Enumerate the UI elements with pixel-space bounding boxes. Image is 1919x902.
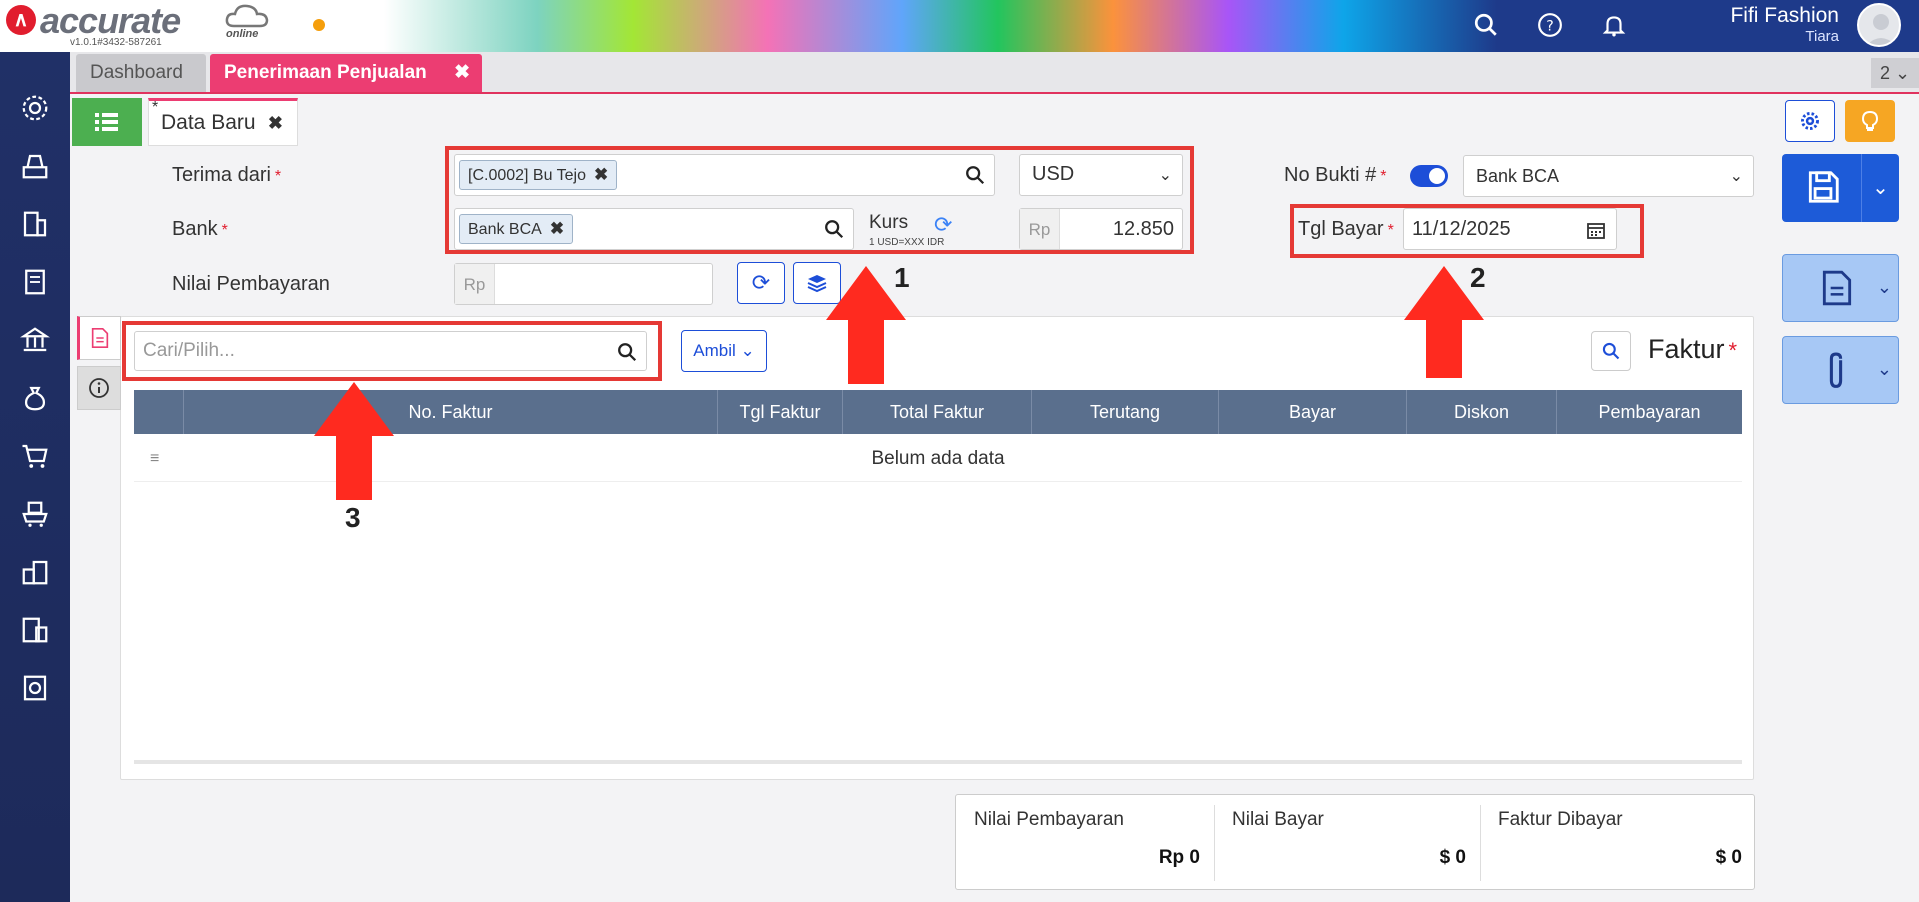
- close-icon[interactable]: ✖: [454, 54, 470, 92]
- user-name: Tiara: [1805, 28, 1839, 45]
- close-icon[interactable]: ✖: [268, 113, 283, 134]
- cashier-icon[interactable]: [17, 148, 53, 184]
- cloud-icon: [225, 4, 269, 28]
- col-total-faktur[interactable]: Total Faktur: [842, 390, 1031, 434]
- cart-icon[interactable]: [17, 438, 53, 474]
- nilai-pembayaran-label: Nilai Pembayaran: [172, 273, 330, 295]
- building-icon[interactable]: [17, 206, 53, 242]
- col-bayar[interactable]: Bayar: [1218, 390, 1406, 434]
- attachment-button[interactable]: ⌄: [1782, 336, 1899, 404]
- col-pembayaran[interactable]: Pembayaran: [1556, 390, 1742, 434]
- list-view-button[interactable]: [72, 98, 142, 146]
- ledger-icon[interactable]: [17, 264, 53, 300]
- logo-online-text: online: [226, 28, 259, 40]
- nilai-pembayaran-field[interactable]: Rp: [454, 263, 713, 305]
- version-text: v1.0.1#3432-587261: [70, 37, 162, 48]
- document-button[interactable]: ⌄: [1782, 254, 1899, 322]
- summary-faktur-dibayar: Faktur Dibayar $ 0: [1498, 809, 1742, 868]
- document-tab-icon[interactable]: [77, 316, 121, 360]
- unsaved-marker: *: [152, 99, 159, 116]
- status-dot: [313, 19, 325, 31]
- top-bar: ∧ accurate online v1.0.1#3432-587261 ? F…: [0, 0, 1919, 52]
- sub-toolbar: * Data Baru ✖: [70, 96, 1919, 146]
- tab-dashboard[interactable]: Dashboard: [76, 54, 206, 92]
- col-diskon[interactable]: Diskon: [1406, 390, 1556, 434]
- tax-icon[interactable]: [17, 612, 53, 648]
- payment-summary: Nilai Pembayaran Rp 0 Nilai Bayar $ 0 Fa…: [955, 794, 1755, 890]
- logo-area: ∧ accurate online v1.0.1#3432-587261: [0, 0, 320, 52]
- tips-bulb-button[interactable]: [1845, 100, 1895, 142]
- annotation-box-3: [122, 321, 662, 381]
- logo-text: accurate: [40, 0, 181, 41]
- company-name[interactable]: Fifi Fashion: [1730, 4, 1839, 28]
- col-drag: [134, 390, 183, 434]
- annotation-box-1: [445, 146, 1194, 254]
- info-icon[interactable]: [77, 366, 121, 410]
- no-bukti-label: No Bukti # *: [1284, 164, 1387, 186]
- terima-dari-label: Terima dari *: [172, 164, 282, 186]
- chevron-down-icon[interactable]: ⌄: [1877, 359, 1892, 380]
- chevron-down-icon[interactable]: ⌄: [1877, 277, 1892, 298]
- bank-icon[interactable]: [17, 322, 53, 358]
- tab-count-dropdown[interactable]: 2 ⌄: [1871, 58, 1919, 88]
- search-icon[interactable]: [1471, 10, 1501, 40]
- summary-nilai-bayar: Nilai Bayar $ 0: [1232, 809, 1466, 868]
- sales-cart-icon[interactable]: [17, 496, 53, 532]
- tab-bar: Dashboard Penerimaan Penjualan ✖ 2 ⌄: [70, 52, 1919, 94]
- summary-nilai-pembayaran: Nilai Pembayaran Rp 0: [974, 809, 1200, 868]
- warehouse-icon[interactable]: [17, 554, 53, 590]
- help-icon[interactable]: ?: [1535, 10, 1565, 40]
- paperclip-icon: [1829, 352, 1843, 388]
- tab-label: Penerimaan Penjualan: [224, 62, 427, 83]
- save-button[interactable]: ⌄: [1782, 154, 1899, 222]
- tab-penerimaan-penjualan[interactable]: Penerimaan Penjualan ✖: [210, 54, 482, 92]
- annotation-arrow-3: [314, 382, 394, 500]
- chevron-down-icon[interactable]: ⌄: [1861, 154, 1899, 222]
- faktur-title: Faktur *: [1648, 334, 1738, 364]
- horizontal-scrollbar[interactable]: [134, 760, 1742, 764]
- recalculate-button[interactable]: ⟳: [737, 262, 785, 304]
- no-bukti-toggle[interactable]: [1410, 165, 1448, 187]
- bank-label: Bank *: [172, 218, 228, 240]
- chevron-down-icon: ⌄: [1729, 168, 1743, 185]
- tab-data-baru[interactable]: * Data Baru ✖: [148, 98, 298, 146]
- ambil-button[interactable]: Ambil ⌄: [681, 330, 767, 372]
- svg-text:?: ?: [1546, 18, 1553, 34]
- search-icon[interactable]: [1591, 331, 1631, 371]
- subtab-label: Data Baru: [161, 111, 256, 134]
- annotation-number-2: 2: [1470, 262, 1486, 293]
- sidebar: [0, 52, 70, 902]
- col-terutang[interactable]: Terutang: [1031, 390, 1218, 434]
- bell-icon[interactable]: [1599, 10, 1629, 40]
- document-icon: [1822, 270, 1852, 306]
- col-no-faktur[interactable]: No. Faktur: [183, 390, 717, 434]
- settings-button[interactable]: [1785, 100, 1835, 142]
- avatar[interactable]: [1857, 3, 1901, 47]
- report-chart-icon[interactable]: [17, 670, 53, 706]
- settings-gear-icon[interactable]: [17, 90, 53, 126]
- save-icon: [1808, 171, 1839, 203]
- annotation-number-3: 3: [345, 502, 361, 533]
- no-bukti-select[interactable]: Bank BCA ⌄: [1463, 155, 1754, 197]
- money-bag-icon[interactable]: [17, 380, 53, 416]
- annotation-box-2: [1290, 204, 1644, 258]
- col-tgl-faktur[interactable]: Tgl Faktur: [717, 390, 842, 434]
- annotation-number-1: 1: [894, 262, 910, 293]
- accurate-logo-icon: ∧: [6, 5, 36, 35]
